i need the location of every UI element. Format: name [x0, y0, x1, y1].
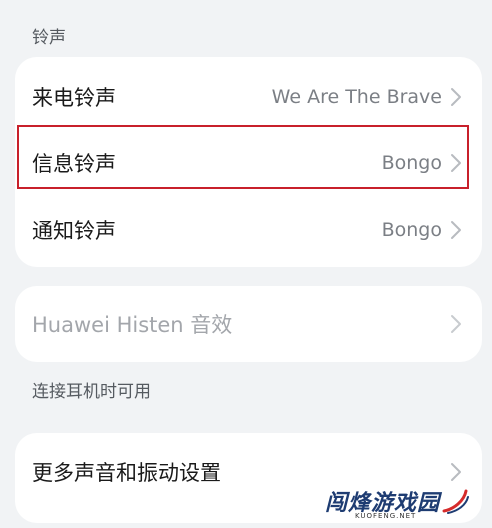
histen-row-title: Huawei Histen 音效 [32, 313, 233, 337]
ringtone-row-call[interactable]: 来电铃声 We Are The Brave [15, 64, 482, 130]
chevron-right-icon [448, 85, 464, 109]
ringtone-row-notification-value: Bongo [381, 219, 442, 241]
histen-card: Huawei Histen 音效 [15, 286, 482, 362]
chevron-right-icon [448, 460, 464, 484]
ringtone-row-call-value: We Are The Brave [271, 86, 442, 108]
ringtone-row-message[interactable]: 信息铃声 Bongo [15, 130, 482, 196]
histen-note: 连接耳机时可用 [32, 382, 151, 402]
histen-row[interactable]: Huawei Histen 音效 [15, 291, 482, 357]
watermark-subtext: KUOFENG.NET [355, 512, 417, 520]
ringtone-row-notification-title: 通知铃声 [32, 219, 116, 243]
more-settings-row-title: 更多声音和振动设置 [32, 461, 221, 485]
chevron-right-icon [448, 151, 464, 175]
chevron-right-icon [448, 218, 464, 242]
ringtone-row-call-title: 来电铃声 [32, 86, 116, 110]
ringtone-row-message-value: Bongo [381, 152, 442, 174]
ringtone-row-notification[interactable]: 通知铃声 Bongo [15, 197, 482, 263]
ringtone-card: 来电铃声 We Are The Brave 信息铃声 Bongo 通知铃声 Bo… [15, 57, 482, 267]
ringtone-row-message-title: 信息铃声 [32, 152, 116, 176]
chevron-right-icon [448, 312, 464, 336]
watermark-swoosh-icon [442, 489, 469, 514]
section-label-ringtone: 铃声 [32, 28, 66, 48]
watermark-logo: 闯烽游戏园 KUOFENG.NET [315, 485, 490, 528]
